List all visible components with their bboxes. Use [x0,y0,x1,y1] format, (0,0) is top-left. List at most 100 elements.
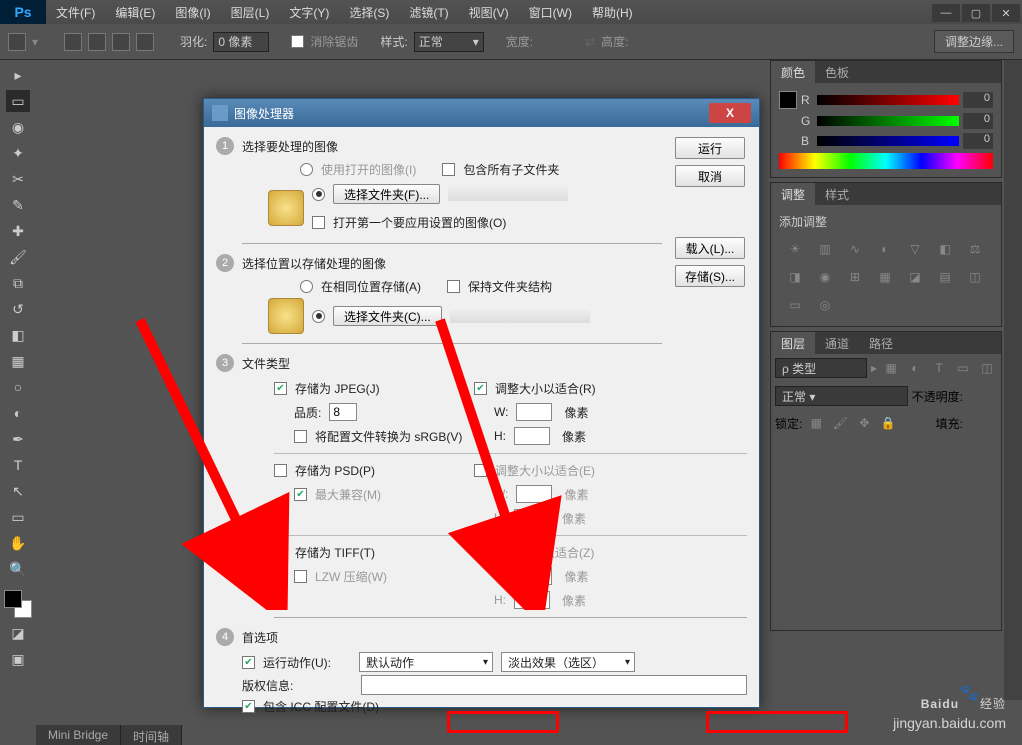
menu-image[interactable]: 图像(I) [165,4,220,21]
quality-input[interactable] [329,403,357,421]
select-folder2-radio[interactable] [312,310,325,323]
shape-tool-icon[interactable]: ▭ [6,506,30,528]
jpeg-checkbox[interactable] [274,382,287,395]
filter-type-icon[interactable]: T [929,359,949,377]
brightness-icon[interactable]: ☀ [785,240,805,258]
minimize-button[interactable]: — [932,4,960,22]
selective-color-icon[interactable]: ◎ [815,296,835,314]
run-button[interactable]: 运行 [675,137,745,159]
photo-filter-icon[interactable]: ◉ [815,268,835,286]
g-slider[interactable] [817,116,959,126]
menu-view[interactable]: 视图(V) [459,4,519,21]
lookup-icon[interactable]: ▦ [875,268,895,286]
gradient-tool-icon[interactable]: ▦ [6,350,30,372]
select-folder-radio[interactable] [312,188,325,201]
selection-subtract-icon[interactable] [112,33,130,51]
move-tool-icon[interactable]: ▸ [6,64,30,86]
run-action-checkbox[interactable] [242,656,255,669]
tiff-checkbox[interactable] [274,546,287,559]
select-folder-button[interactable]: 选择文件夹(F)... [333,184,440,204]
threshold-icon[interactable]: ◫ [965,268,985,286]
spectrum-bar[interactable] [779,153,993,169]
vibrance-icon[interactable]: ▽ [905,240,925,258]
filter-smart-icon[interactable]: ◫ [977,359,997,377]
tab-paths[interactable]: 路径 [859,332,903,354]
screenmode-icon[interactable]: ▣ [6,648,30,670]
type-tool-icon[interactable]: T [6,454,30,476]
dialog-titlebar[interactable]: 图像处理器 X [204,99,759,127]
menu-window[interactable]: 窗口(W) [519,4,582,21]
balance-icon[interactable]: ⚖ [965,240,985,258]
tab-color[interactable]: 颜色 [771,61,815,83]
jpeg-w-input[interactable] [516,403,552,421]
menu-select[interactable]: 选择(S) [339,4,399,21]
lock-position-icon[interactable]: ✥ [854,414,874,432]
selection-intersect-icon[interactable] [136,33,154,51]
filter-pixel-icon[interactable]: ▦ [881,359,901,377]
hue-icon[interactable]: ◧ [935,240,955,258]
eraser-tool-icon[interactable]: ◧ [6,324,30,346]
b-slider[interactable] [817,136,959,146]
jpeg-h-input[interactable] [514,427,550,445]
g-value[interactable]: 0 [963,113,993,129]
keep-struct-checkbox[interactable] [447,280,460,293]
brush-tool-icon[interactable]: 🖌 [6,246,30,268]
filter-shape-icon[interactable]: ▭ [953,359,973,377]
psd-checkbox[interactable] [274,464,287,477]
levels-icon[interactable]: ▥ [815,240,835,258]
tab-styles[interactable]: 样式 [815,183,859,205]
close-button[interactable]: ✕ [992,4,1020,22]
crop-tool-icon[interactable]: ✂ [6,168,30,190]
antialias-checkbox[interactable] [291,35,304,48]
filter-adjust-icon[interactable]: ◐ [905,359,925,377]
action-name-select[interactable]: 淡出效果（选区） [501,652,635,672]
dodge-tool-icon[interactable]: ◐ [6,402,30,424]
blur-tool-icon[interactable]: ○ [6,376,30,398]
resize-r-checkbox[interactable] [474,382,487,395]
invert-icon[interactable]: ◪ [905,268,925,286]
marquee-tool-icon[interactable]: ▭ [6,90,30,112]
heal-tool-icon[interactable]: ✚ [6,220,30,242]
open-first-checkbox[interactable] [312,216,325,229]
lock-pixels-icon[interactable]: 🖌 [830,414,850,432]
hand-tool-icon[interactable]: ✋ [6,532,30,554]
save-button[interactable]: 存储(S)... [675,265,745,287]
r-slider[interactable] [817,95,959,105]
srgb-checkbox[interactable] [294,430,307,443]
same-loc-radio[interactable] [300,280,313,293]
b-value[interactable]: 0 [963,133,993,149]
bw-icon[interactable]: ◨ [785,268,805,286]
load-button[interactable]: 载入(L)... [675,237,745,259]
curves-icon[interactable]: ∿ [845,240,865,258]
posterize-icon[interactable]: ▤ [935,268,955,286]
tool-preset-icon[interactable] [8,33,26,51]
menu-file[interactable]: 文件(F) [46,4,105,21]
cancel-button[interactable]: 取消 [675,165,745,187]
wand-tool-icon[interactable]: ✦ [6,142,30,164]
copyright-input[interactable] [361,675,747,695]
color-swatch[interactable] [4,590,32,618]
tab-adjustments[interactable]: 调整 [771,183,815,205]
layer-filter-select[interactable]: ρ 类型 [775,358,867,378]
zoom-tool-icon[interactable]: 🔍 [6,558,30,580]
maximize-button[interactable]: ▢ [962,4,990,22]
include-icc-checkbox[interactable] [242,700,255,713]
exposure-icon[interactable]: ◐ [875,240,895,258]
style-select[interactable]: 正常▾ [414,32,484,52]
channel-mixer-icon[interactable]: ⊞ [845,268,865,286]
menu-type[interactable]: 文字(Y) [279,4,339,21]
fg-color-box[interactable] [779,91,797,109]
stamp-tool-icon[interactable]: ⧉ [6,272,30,294]
lasso-tool-icon[interactable]: ◉ [6,116,30,138]
tab-mini-bridge[interactable]: Mini Bridge [36,725,121,745]
path-tool-icon[interactable]: ↖ [6,480,30,502]
menu-filter[interactable]: 滤镜(T) [399,4,458,21]
lock-transparent-icon[interactable]: ▦ [806,414,826,432]
blend-mode-select[interactable]: 正常 ▾ [775,386,908,406]
refine-edge-button[interactable]: 调整边缘... [934,30,1014,53]
eyedropper-tool-icon[interactable]: ✎ [6,194,30,216]
tab-timeline[interactable]: 时间轴 [121,725,182,745]
menu-layer[interactable]: 图层(L) [221,4,280,21]
feather-input[interactable]: 0 像素 [213,32,269,52]
menu-edit[interactable]: 编辑(E) [105,4,165,21]
